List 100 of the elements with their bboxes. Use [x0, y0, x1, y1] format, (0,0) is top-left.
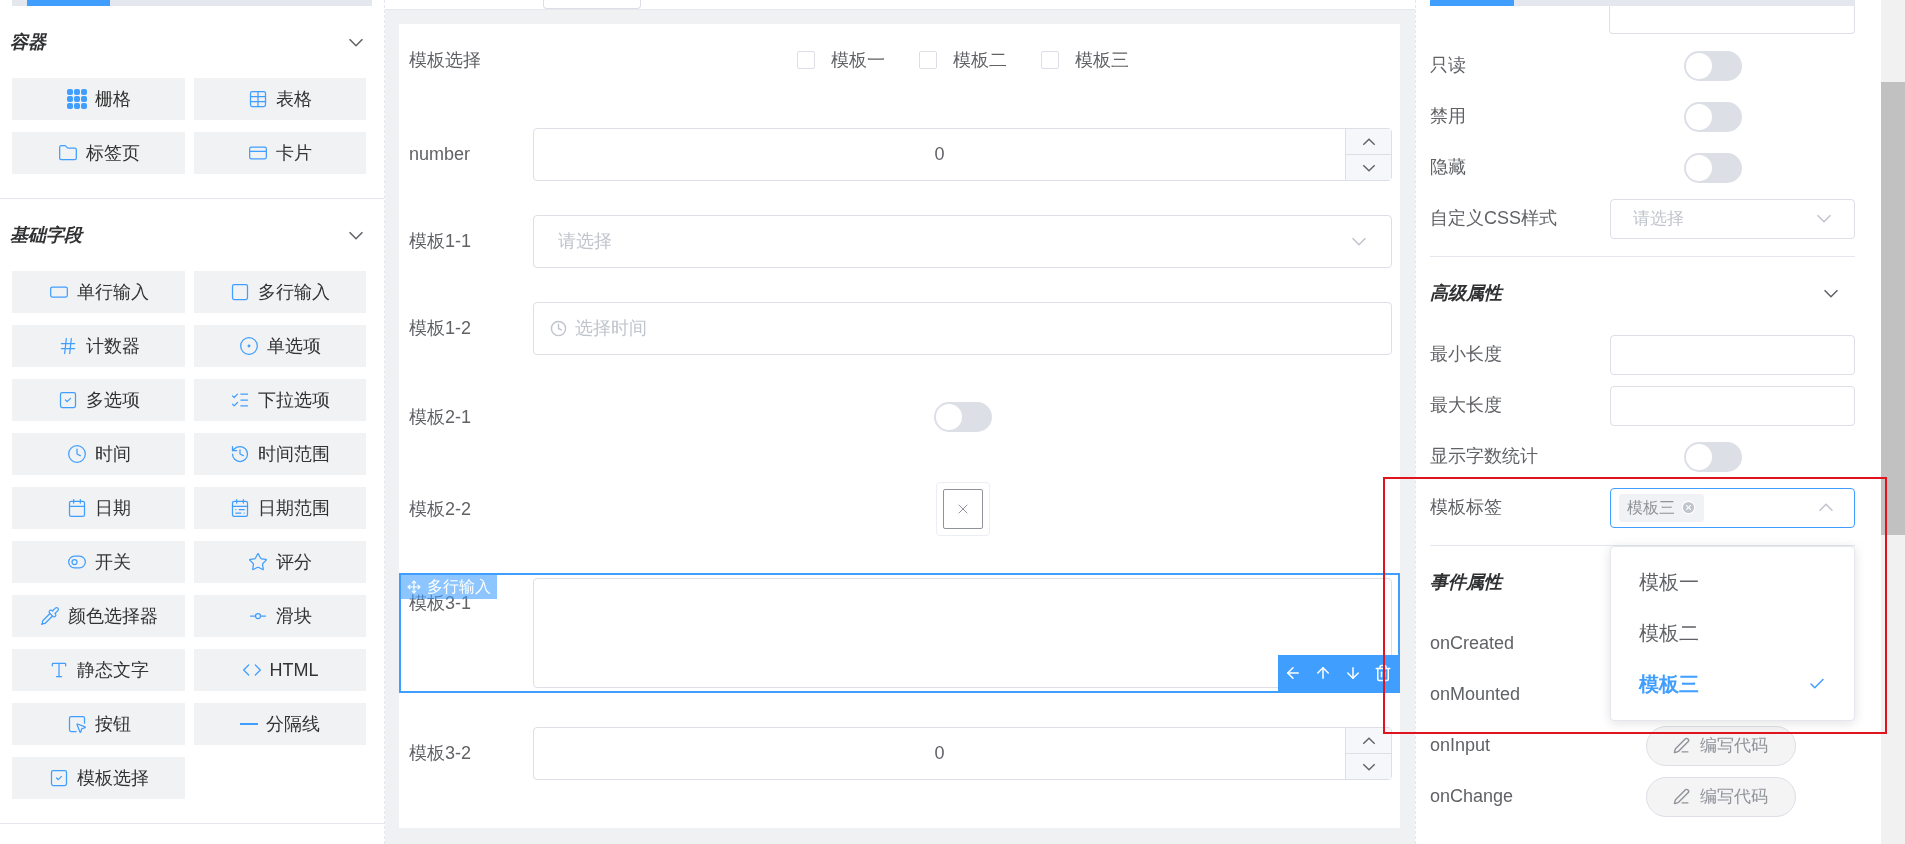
component-item[interactable]: 颜色选择器 [12, 595, 185, 637]
toggle-switch[interactable] [1683, 101, 1742, 132]
property-label: 最大长度 [1430, 394, 1503, 417]
pen-icon [1673, 788, 1690, 805]
scrollbar-thumb[interactable] [1881, 82, 1905, 535]
star-icon [248, 552, 268, 572]
radio-icon [239, 336, 259, 356]
checkbox-option[interactable]: 模板二 [918, 46, 1007, 74]
toggle-switch[interactable] [1683, 152, 1742, 183]
tag-label: 模板三 [1627, 497, 1675, 518]
component-item[interactable]: 表格 [194, 78, 366, 120]
number-field[interactable]: 0 [533, 727, 1392, 780]
component-item[interactable]: 多行输入 [194, 271, 366, 313]
selected-widget[interactable]: 模板3-1 多行输入 [399, 573, 1400, 693]
pipette-icon [39, 606, 60, 626]
input-field[interactable] [1610, 385, 1855, 426]
component-item[interactable]: 按钮 [12, 703, 185, 745]
divider-icon [240, 723, 258, 725]
component-item[interactable]: 静态文字 [12, 649, 185, 691]
component-item[interactable]: 单行输入 [12, 271, 185, 313]
component-item[interactable]: 开关 [12, 541, 185, 583]
image-upload[interactable] [935, 482, 990, 536]
checkbox-option[interactable]: 模板一 [796, 46, 885, 74]
toggle-switch[interactable] [1683, 50, 1742, 81]
section-title: 基础字段 [10, 223, 82, 247]
section-title: 容器 [10, 30, 46, 54]
component-item[interactable]: 日期范围 [194, 487, 366, 529]
calendar-icon [66, 498, 87, 518]
component-item[interactable]: 评分 [194, 541, 366, 583]
property-label: 模板标签 [1430, 496, 1503, 519]
property-label: onCreated [1430, 632, 1516, 655]
select-placeholder: 请选择 [558, 230, 613, 253]
field-label: number [409, 143, 472, 166]
property-label: 禁用 [1430, 105, 1467, 128]
component-item[interactable]: 卡片 [194, 132, 366, 174]
clock-icon [230, 444, 250, 464]
option-label: 模板二 [952, 48, 1007, 72]
input-field[interactable] [1610, 334, 1855, 375]
dropdown-option[interactable]: 模板一 [1611, 556, 1854, 608]
arrow-down-icon[interactable] [1344, 664, 1362, 682]
checkbox[interactable] [918, 51, 937, 69]
field-label: 模板3-2 [409, 742, 472, 765]
chevron-down-icon [1351, 237, 1367, 246]
grid-icon [66, 89, 87, 109]
section-title: 事件属性 [1430, 570, 1502, 594]
component-item[interactable]: 时间范围 [194, 433, 366, 475]
component-item[interactable]: HTML [194, 649, 366, 691]
chevron-down-icon [1361, 762, 1376, 771]
checkbox[interactable] [796, 51, 815, 69]
calendar-icon [230, 498, 250, 518]
checkbox-option[interactable]: 模板三 [1040, 46, 1129, 74]
toggle-switch[interactable] [933, 402, 992, 432]
pointer-icon [66, 714, 87, 734]
field-label: 模板1-2 [409, 317, 472, 340]
field-label: 模板选择 [409, 48, 482, 72]
table-icon [248, 89, 268, 109]
component-item[interactable]: 标签页 [12, 132, 185, 174]
property-label: 显示字数统计 [1430, 445, 1539, 468]
chevron-down-icon[interactable] [1823, 288, 1839, 298]
toggle-switch[interactable] [1683, 441, 1742, 472]
component-item[interactable]: 单选项 [194, 325, 366, 367]
number-field[interactable]: 0 [533, 128, 1392, 181]
field-label: 模板1-1 [409, 230, 472, 253]
option-label: 模板一 [830, 48, 885, 72]
component-item[interactable]: 栅格 [12, 78, 185, 120]
property-label: 只读 [1430, 54, 1467, 77]
clock-icon [550, 320, 567, 337]
chevron-down-icon [1816, 214, 1832, 223]
checkbox-icon [57, 390, 78, 410]
chevron-down-icon[interactable] [348, 230, 364, 240]
number-value: 0 [933, 742, 946, 765]
textarea-field[interactable] [533, 578, 1392, 688]
chevron-up-icon [1361, 736, 1376, 745]
component-item[interactable]: 模板选择 [12, 757, 185, 799]
component-item[interactable]: 滑块 [194, 595, 366, 637]
property-label: onMounted [1430, 683, 1522, 706]
property-label: onChange [1430, 785, 1515, 808]
dropdown-option[interactable]: 模板二 [1611, 607, 1854, 659]
component-item[interactable]: 下拉选项 [194, 379, 366, 421]
toolbar-tab[interactable] [543, 0, 641, 9]
move-icon [407, 580, 421, 594]
option-label: 模板三 [1074, 48, 1129, 72]
component-item[interactable]: 计数器 [12, 325, 185, 367]
checkbox[interactable] [1040, 51, 1059, 69]
component-item[interactable]: 分隔线 [194, 703, 366, 745]
property-label: 自定义CSS样式 [1430, 207, 1558, 230]
textarea-icon [230, 282, 250, 302]
pen-icon [1673, 737, 1690, 754]
component-item[interactable]: 多选项 [12, 379, 185, 421]
delete-icon[interactable] [1374, 664, 1392, 682]
chevron-down-icon[interactable] [348, 37, 364, 47]
close-icon[interactable] [1681, 500, 1696, 515]
component-item[interactable]: 日期 [12, 487, 185, 529]
field-label: 模板2-1 [409, 405, 472, 429]
component-item[interactable]: 时间 [12, 433, 185, 475]
property-label: 最小长度 [1430, 343, 1503, 366]
checkbox-icon [48, 768, 69, 788]
property-label: onInput [1430, 734, 1492, 757]
property-label: 隐藏 [1430, 156, 1467, 179]
input-field[interactable] [1609, 6, 1855, 34]
